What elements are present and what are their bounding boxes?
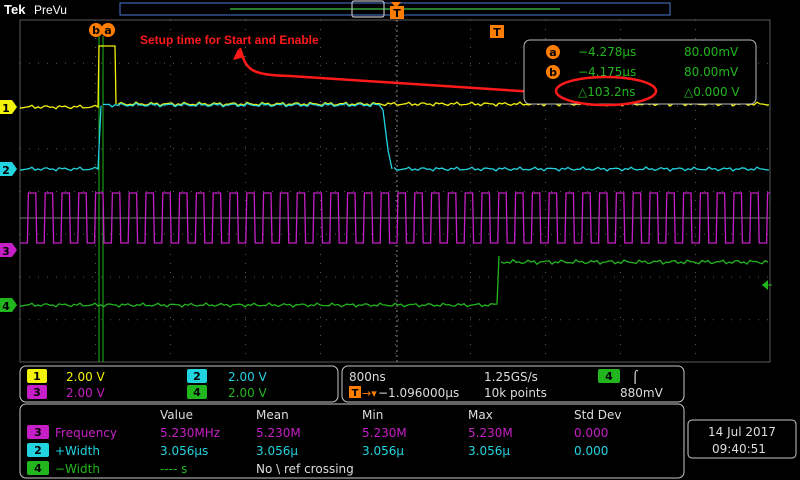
meas-row-1-min: 5.230M (362, 426, 407, 440)
channel-4-scale: 2.00 V (228, 386, 268, 400)
meas-row-1-max: 5.230M (468, 426, 513, 440)
svg-text:→▾: →▾ (362, 387, 377, 400)
meas-row-1-std: 0.000 (574, 426, 608, 440)
cursor-b-badge: b (549, 66, 557, 79)
svg-text:2: 2 (193, 370, 201, 383)
date-label: 14 Jul 2017 (708, 425, 776, 439)
meas-row-2-min: 3.056µ (362, 444, 404, 458)
brand-logo: Tek (4, 2, 26, 17)
trigger-position-icon: T (352, 388, 359, 399)
cursor-a-label[interactable]: a (104, 24, 111, 37)
svg-text:3: 3 (34, 426, 42, 439)
channel-4-trace (19, 255, 769, 308)
meas-row-2-value: 3.056µs (160, 444, 208, 458)
svg-text:1: 1 (33, 370, 41, 383)
meas-header-max: Max (468, 408, 493, 422)
meas-row-1-value: 5.230MHz (160, 426, 220, 440)
channel-2-trace (19, 102, 770, 172)
meas-header-mean: Mean (256, 408, 289, 422)
meas-row-1-mean: 5.230M (256, 426, 301, 440)
acquisition-mode: PreVu (34, 3, 67, 17)
svg-text:4: 4 (193, 386, 201, 399)
cursor-readout: a −4.278µs 80.00mV b −4.175µs 80.00mV △1… (523, 39, 757, 107)
sample-rate: 1.25GS/s (484, 370, 538, 384)
meas-header-min: Min (362, 408, 383, 422)
trigger-position: −1.096000µs (378, 386, 459, 400)
time-label: 09:40:51 (712, 442, 766, 456)
oscilloscope-display: Tek PreVu T T b a 1 2 3 4 Setup time for… (0, 0, 800, 479)
annotation-arrow (238, 47, 567, 96)
channel-3-marker[interactable]: 3 (0, 243, 17, 258)
cursor-a-badge: a (549, 46, 556, 59)
svg-text:4: 4 (34, 462, 42, 475)
cursor-b-label[interactable]: b (92, 24, 100, 37)
horizontal-scale: 800ns (349, 370, 386, 384)
cursor-delta-volt: △0.000 V (684, 85, 740, 99)
trigger-marker-icon: T (493, 26, 501, 39)
svg-text:3: 3 (2, 245, 10, 258)
record-length: 10k points (484, 386, 547, 400)
svg-text:3: 3 (33, 386, 41, 399)
meas-header-std: Std Dev (574, 408, 621, 422)
measurement-panel[interactable]: Value Mean Min Max Std Dev 3 Frequency 5… (19, 403, 685, 479)
meas-row-2-std: 0.000 (574, 444, 608, 458)
cursor-a-volt: 80.00mV (684, 45, 739, 59)
svg-text:2: 2 (34, 444, 42, 457)
cursor-b-volt: 80.00mV (684, 65, 739, 79)
svg-text:2: 2 (2, 164, 10, 177)
meas-row-2-mean: 3.056µ (256, 444, 298, 458)
trigger-marker-icon: T (393, 7, 401, 20)
meas-row-2-max: 3.056µ (468, 444, 510, 458)
svg-text:4: 4 (2, 300, 10, 313)
svg-text:1: 1 (2, 102, 10, 115)
channel-2-scale: 2.00 V (228, 370, 268, 384)
meas-row-3-value: ---- s (160, 462, 187, 476)
meas-row-2-name: +Width (55, 444, 100, 458)
timebase-panel[interactable]: 800ns 1.25GS/s T →▾ −1.096000µs 10k poin… (341, 365, 685, 403)
svg-text:4: 4 (605, 370, 613, 383)
meas-header-value: Value (160, 408, 193, 422)
channel-1-scale: 2.00 V (66, 370, 106, 384)
meas-row-3-name: −Width (55, 462, 100, 476)
datetime-panel: 14 Jul 2017 09:40:51 (687, 419, 797, 459)
channel-1-marker[interactable]: 1 (0, 100, 17, 115)
channel-scale-panel[interactable]: 1 2.00 V 2 2.00 V 3 2.00 V 4 2.00 V (19, 365, 339, 403)
channel-4-marker[interactable]: 4 (0, 298, 17, 313)
meas-row-3-note: No \ ref crossing (256, 462, 354, 476)
channel-2-marker[interactable]: 2 (0, 162, 17, 177)
cursor-delta-time: △103.2ns (578, 85, 635, 99)
meas-row-1-name: Frequency (55, 426, 117, 440)
channel-3-scale: 2.00 V (66, 386, 106, 400)
trigger-slope-icon: ⌠ (632, 370, 639, 385)
cursor-a-time: −4.278µs (578, 45, 636, 59)
trigger-level: 880mV (620, 386, 664, 400)
annotation-text: Setup time for Start and Enable (140, 33, 319, 47)
